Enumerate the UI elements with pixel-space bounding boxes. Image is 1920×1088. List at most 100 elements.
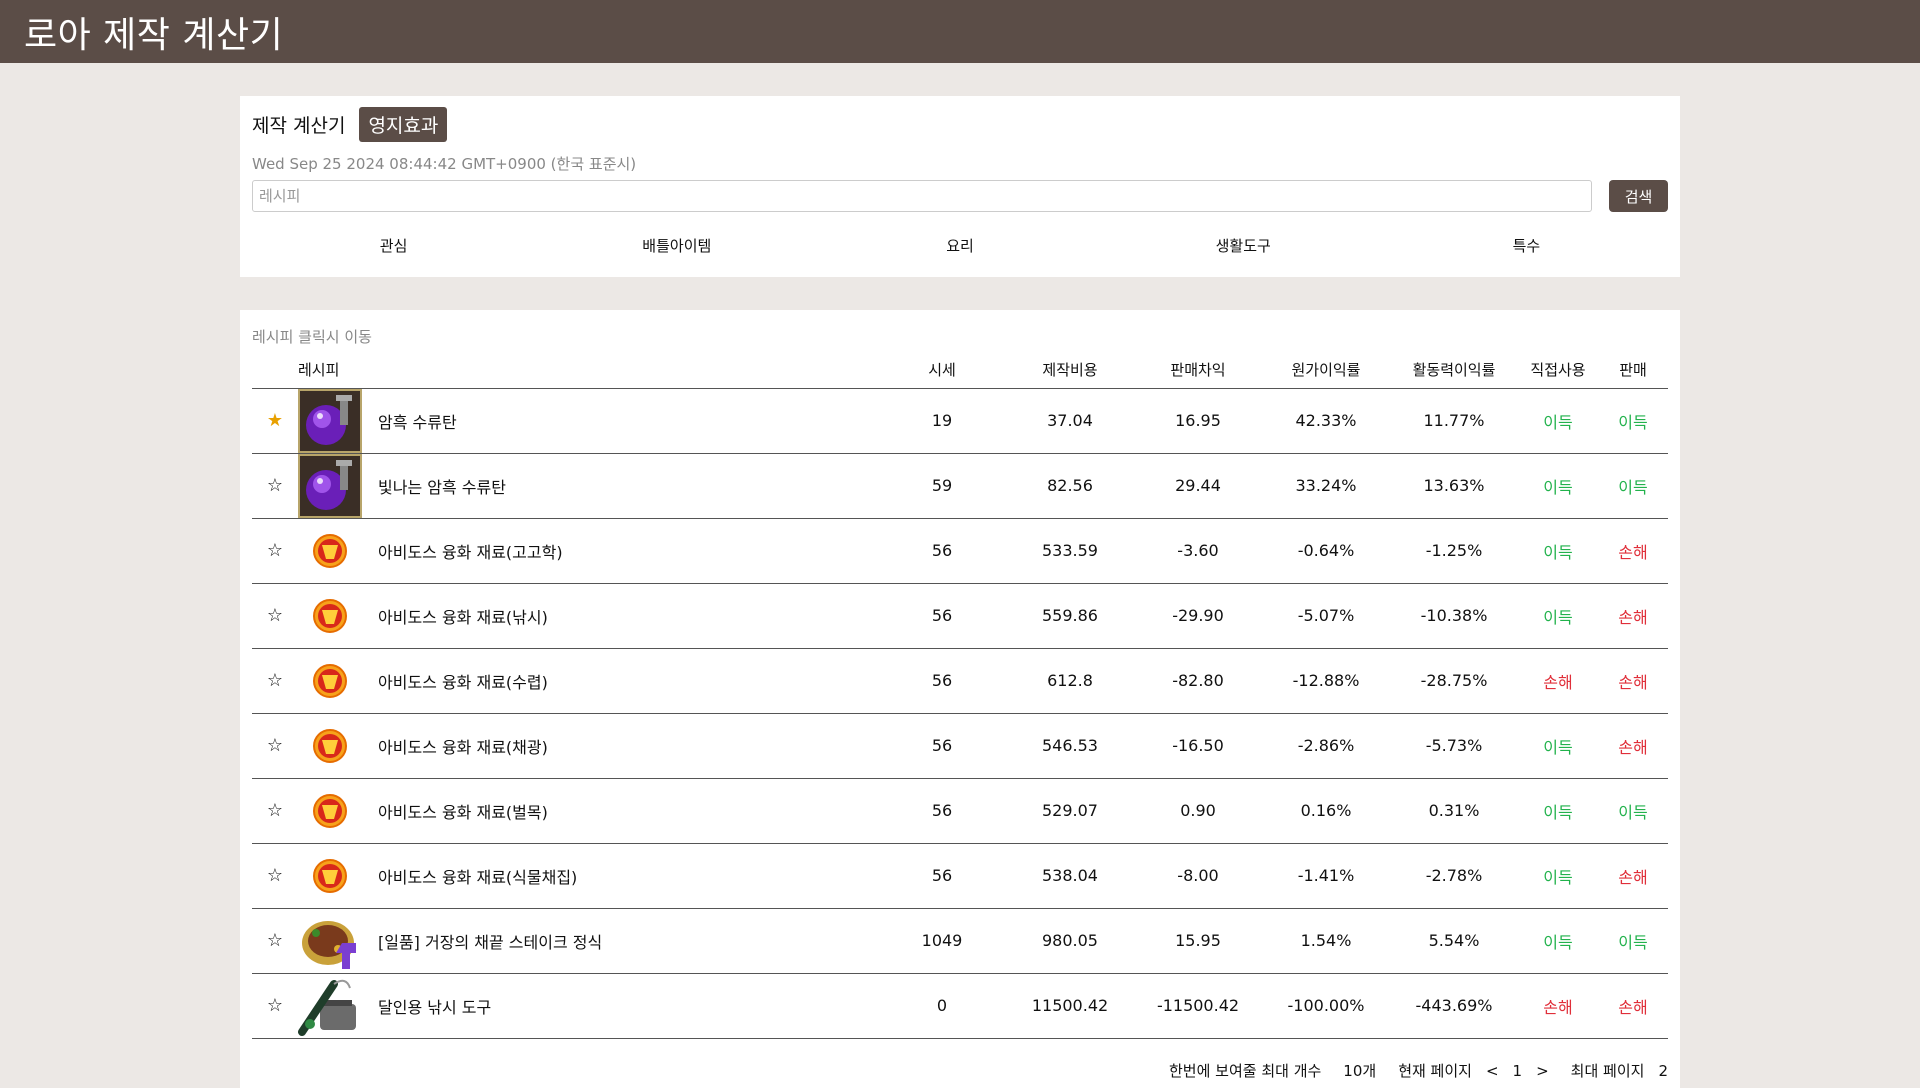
table-row[interactable]: ☆ 달인용 낚시 도구 0 11500.42 -11500.42 -100.00% -443… [252,973,1668,1039]
tab-battle-items[interactable]: 배틀아이템 [535,229,818,263]
fusion-material-icon [298,843,378,908]
calculator-title: 제작 계산기 [252,114,346,137]
cost-cell: 546.53 [1006,713,1134,779]
table-row[interactable]: ★ 암흑 수류탄 19 37.04 16.95 42.33% 11.77% 이득 이득 [252,388,1668,454]
search-button[interactable]: 검색 [1609,180,1668,212]
favorite-star-icon[interactable]: ☆ [267,930,283,951]
recipe-name[interactable]: 아비도스 융화 재료(수렵) [378,648,878,714]
diff-cell: -82.80 [1134,648,1262,714]
price-cell: 59 [878,453,1006,519]
price-cell: 56 [878,843,1006,909]
prev-page-button[interactable]: < [1486,1062,1499,1080]
recipe-table-body: ★ 암흑 수류탄 19 37.04 16.95 42.33% 11.77% 이득 이득 ☆ 빛나는 … [252,388,1668,1039]
recipe-name[interactable]: 달인용 낚시 도구 [378,973,878,1039]
table-row[interactable]: ☆ 아비도스 융화 재료(식물채집) 56 538.04 -8.00 -1.41% -2.7… [252,843,1668,909]
recipe-name[interactable]: 암흑 수류탄 [378,388,878,454]
calculator-panel: 제작 계산기 영지효과 Wed Sep 25 2024 08:44:42 GMT… [240,96,1680,277]
energy-margin-cell: 5.54% [1390,908,1518,974]
col-name [378,352,878,389]
col-direct-use: 직접사용 [1518,352,1598,389]
direct-use-cell: 이득 [1518,453,1598,519]
cost-cell: 559.86 [1006,583,1134,649]
margin-cell: -5.07% [1262,583,1390,649]
energy-margin-cell: -1.25% [1390,518,1518,584]
territory-effect-button[interactable]: 영지효과 [359,106,448,142]
col-margin: 원가이익률 [1262,352,1390,389]
col-price: 시세 [878,352,1006,389]
cost-cell: 980.05 [1006,908,1134,974]
margin-cell: -2.86% [1262,713,1390,779]
recipe-click-hint: 레시피 클릭시 이동 [252,328,372,346]
table-header-row: 레시피 시세 제작비용 판매차익 원가이익률 활동력이익률 직접사용 판매 [252,352,1668,389]
favorite-star-icon[interactable]: ☆ [267,735,283,756]
recipe-name[interactable]: 빛나는 암흑 수류탄 [378,453,878,519]
price-cell: 19 [878,388,1006,454]
recipe-name[interactable]: 아비도스 융화 재료(채광) [378,713,878,779]
price-cell: 0 [878,973,1006,1039]
direct-use-cell: 손해 [1518,973,1598,1039]
sale-cell: 손해 [1598,518,1668,584]
diff-cell: 15.95 [1134,908,1262,974]
recipe-icon-cell [298,388,378,454]
energy-margin-cell: -5.73% [1390,713,1518,779]
recipe-name[interactable]: 아비도스 융화 재료(식물채집) [378,843,878,909]
favorite-cell: ☆ [252,583,298,649]
recipe-icon-cell [298,973,378,1039]
favorite-star-icon[interactable]: ☆ [267,995,283,1016]
direct-use-cell: 손해 [1518,648,1598,714]
app-title: 로아 제작 계산기 [24,14,284,56]
fusion-material-icon [298,648,378,713]
favorite-cell: ★ [252,388,298,454]
favorite-star-icon[interactable]: ☆ [267,605,283,626]
table-row[interactable]: ☆ 아비도스 융화 재료(수렵) 56 612.8 -82.80 -12.88% -28.7… [252,648,1668,714]
current-datetime: Wed Sep 25 2024 08:44:42 GMT+0900 (한국 표준… [252,155,637,173]
diff-cell: 0.90 [1134,778,1262,844]
energy-margin-cell: 0.31% [1390,778,1518,844]
col-recipe: 레시피 [298,352,378,389]
favorite-star-icon[interactable]: ☆ [267,865,283,886]
table-row[interactable]: ☆ [일품] 거장의 채끝 스테이크 정식 1049 980.05 15.95 1.54%… [252,908,1668,974]
table-row[interactable]: ☆ 아비도스 융화 재료(벌목) 56 529.07 0.90 0.16% 0.31% 이득 이… [252,778,1668,844]
search-row: 검색 [252,180,1668,212]
steak-meal-icon [298,908,378,973]
price-cell: 1049 [878,908,1006,974]
direct-use-cell: 이득 [1518,908,1598,974]
cost-cell: 612.8 [1006,648,1134,714]
fishing-tool-icon [298,973,378,1038]
table-row[interactable]: ☆ 아비도스 융화 재료(낚시) 56 559.86 -29.90 -5.07% -10.3… [252,583,1668,649]
margin-cell: -100.00% [1262,973,1390,1039]
next-page-button[interactable]: > [1536,1062,1549,1080]
col-energy-margin: 활동력이익률 [1390,352,1518,389]
recipe-search-input[interactable] [252,180,1592,212]
cost-cell: 529.07 [1006,778,1134,844]
diff-cell: -29.90 [1134,583,1262,649]
favorite-star-icon[interactable]: ☆ [267,540,283,561]
recipe-name[interactable]: 아비도스 융화 재료(낚시) [378,583,878,649]
tab-cooking[interactable]: 요리 [818,229,1101,263]
table-row[interactable]: ☆ 아비도스 융화 재료(고고학) 56 533.59 -3.60 -0.64% -1.25… [252,518,1668,584]
favorite-star-icon[interactable]: ☆ [267,475,283,496]
dark-grenade-icon [298,388,378,453]
favorite-star-icon[interactable]: ☆ [267,670,283,691]
diff-cell: 16.95 [1134,388,1262,454]
recipe-icon-cell [298,908,378,974]
direct-use-cell: 이득 [1518,713,1598,779]
favorite-star-icon[interactable]: ☆ [267,800,283,821]
fusion-material-icon [298,778,378,843]
col-diff: 판매차익 [1134,352,1262,389]
tab-special[interactable]: 특수 [1385,229,1668,263]
favorite-star-icon[interactable]: ★ [267,410,283,431]
recipe-name[interactable]: [일품] 거장의 채끝 스테이크 정식 [378,908,878,974]
table-row[interactable]: ☆ 빛나는 암흑 수류탄 59 82.56 29.44 33.24% 13.63% 이득 이득 [252,453,1668,519]
tab-life-tools[interactable]: 생활도구 [1102,229,1385,263]
recipe-name[interactable]: 아비도스 융화 재료(고고학) [378,518,878,584]
table-row[interactable]: ☆ 아비도스 융화 재료(채광) 56 546.53 -16.50 -2.86% -5.73… [252,713,1668,779]
col-favorite [252,352,298,389]
energy-margin-cell: 13.63% [1390,453,1518,519]
margin-cell: -0.64% [1262,518,1390,584]
tab-favorites[interactable]: 관심 [252,229,535,263]
per-page-select[interactable]: 10개 [1343,1060,1376,1081]
recipe-name[interactable]: 아비도스 융화 재료(벌목) [378,778,878,844]
pagination: 한번에 보여줄 최대 개수 10개 현재 페이지 < 1 > 최대 페이지 2 [252,1061,1668,1081]
calculator-title-row: 제작 계산기 영지효과 [252,106,1668,142]
